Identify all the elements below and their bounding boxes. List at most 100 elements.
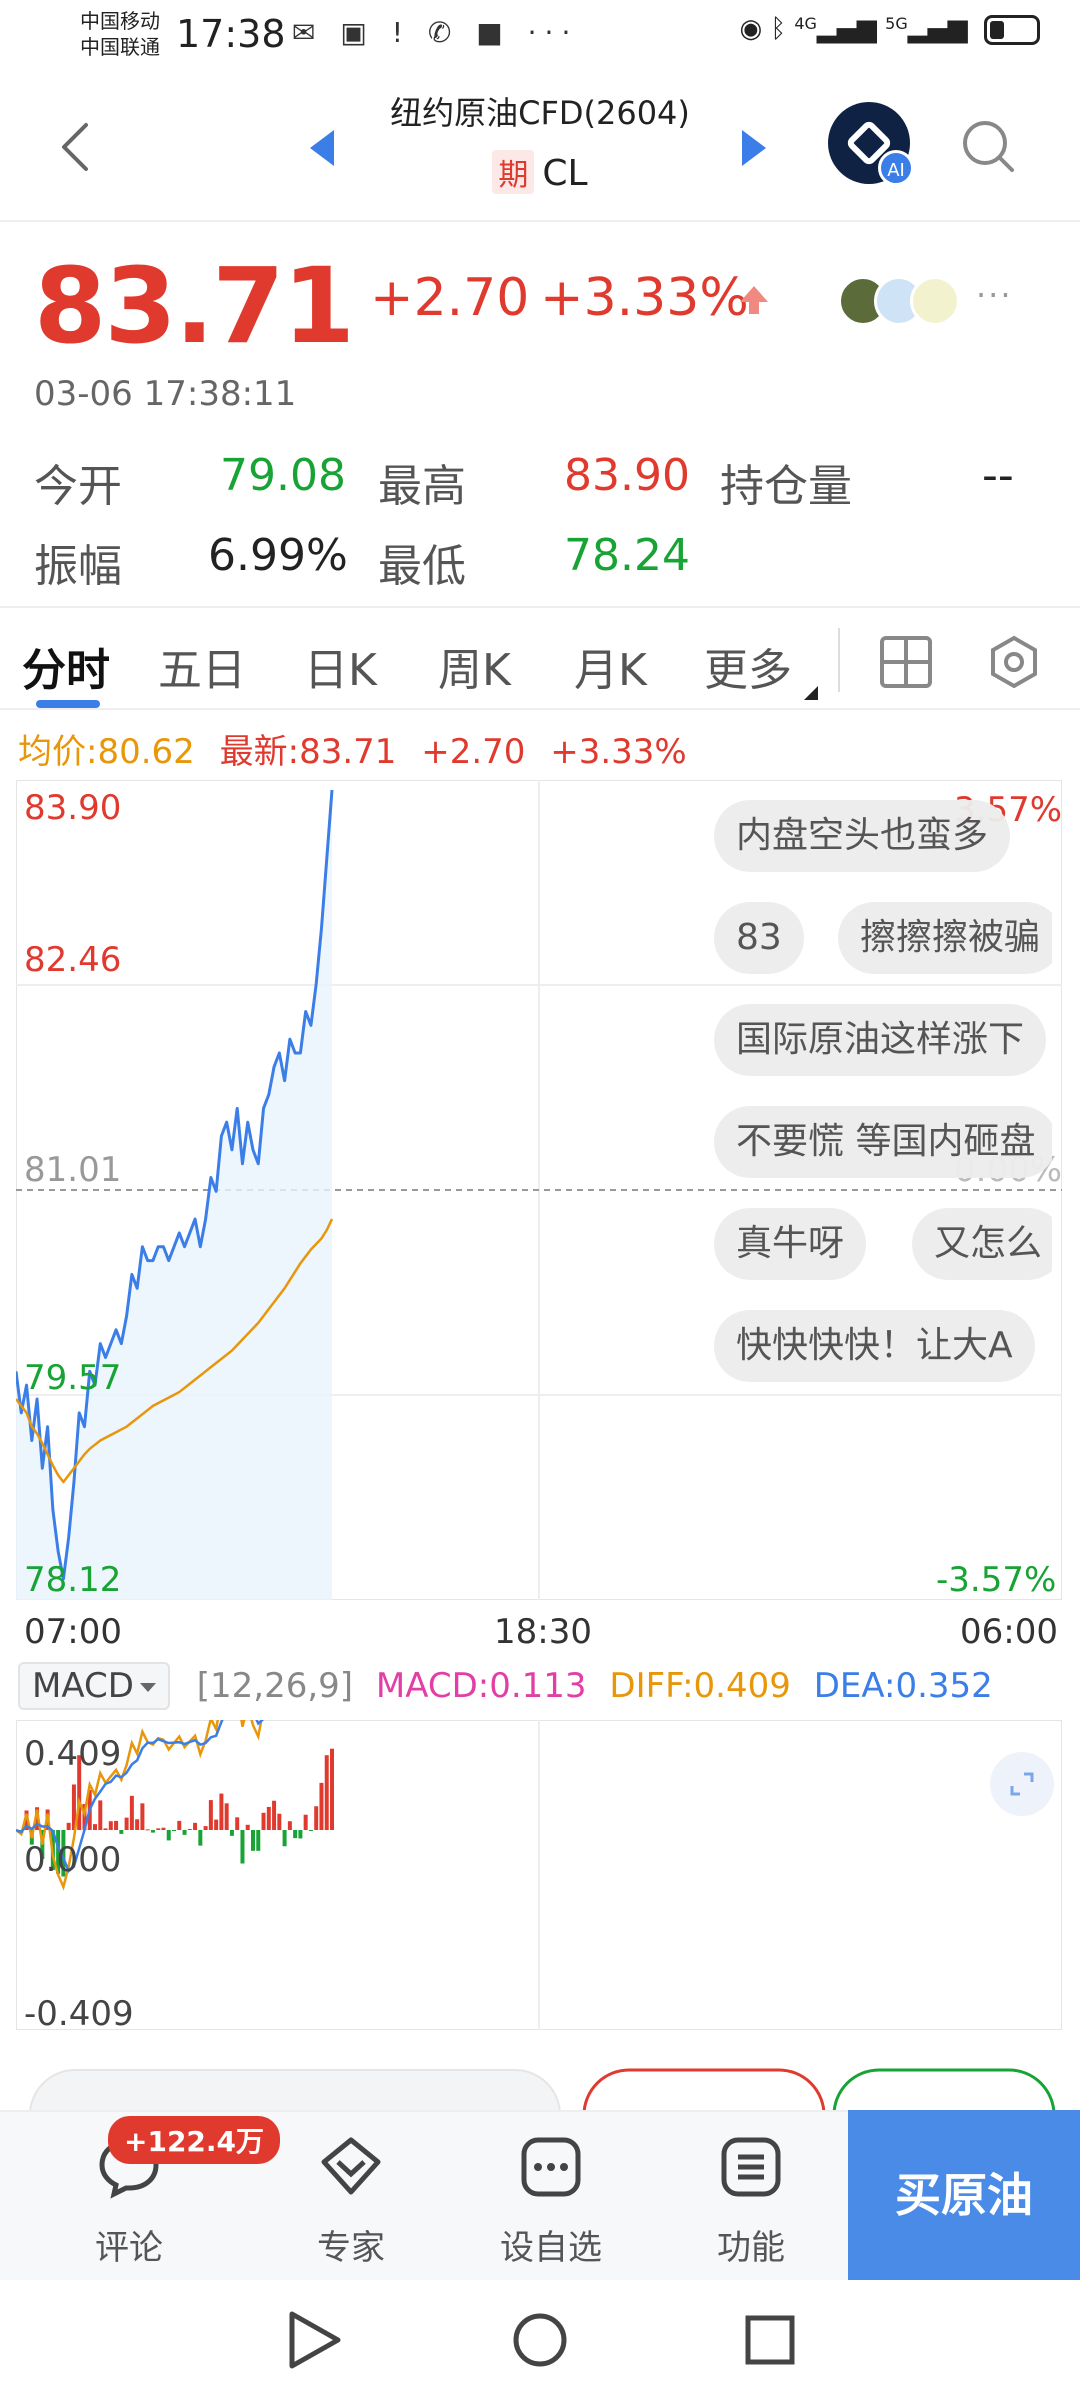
comment-bubble[interactable]: 不要慌 等国内砸盘 bbox=[714, 1106, 1052, 1178]
more-notifications-icon: ··· bbox=[527, 16, 579, 49]
up-arrow-icon bbox=[740, 286, 768, 314]
macd-bar bbox=[277, 1813, 282, 1830]
macd-bar bbox=[214, 1819, 219, 1830]
price-change-pct: +3.33% bbox=[540, 268, 749, 328]
latest-change: +2.70 bbox=[421, 732, 526, 772]
system-recents-icon[interactable] bbox=[745, 2315, 795, 2365]
signal-bars-icon-2: ▂▄▆ bbox=[907, 14, 968, 44]
more-icon[interactable]: ··· bbox=[976, 276, 1013, 314]
system-icons: ◉ ᛒ 4G▂▄▆ 5G▂▄▆ bbox=[739, 14, 1040, 45]
macd-bar bbox=[261, 1812, 266, 1830]
divider bbox=[838, 628, 840, 692]
macd-bar bbox=[98, 1800, 103, 1830]
system-home-icon[interactable] bbox=[513, 2313, 567, 2367]
comment-bubble[interactable]: 真牛呀 bbox=[714, 1208, 867, 1280]
ai-assistant-button[interactable]: AI bbox=[828, 102, 914, 186]
indicator-select[interactable]: MACD bbox=[18, 1662, 170, 1710]
price-area bbox=[16, 790, 332, 1600]
high-label: 最高 bbox=[378, 461, 466, 512]
macd-bar bbox=[293, 1830, 298, 1839]
y-label-mid: 81.01 bbox=[24, 1150, 122, 1190]
macd-bar bbox=[140, 1803, 145, 1830]
y-label-lower: 79.57 bbox=[24, 1358, 122, 1398]
avatar bbox=[910, 276, 960, 326]
tab-five-day[interactable]: 五日 bbox=[158, 634, 246, 698]
macd-bar bbox=[103, 1828, 108, 1830]
signal-5g: 5G bbox=[885, 14, 908, 33]
open-label: 今开 bbox=[34, 461, 122, 512]
ai-badge: AI bbox=[878, 150, 914, 186]
open-value: 79.08 bbox=[220, 450, 346, 501]
badge-icon: ■ bbox=[476, 16, 511, 49]
comment-bubble[interactable]: 国际原油这样涨下 bbox=[714, 1004, 1047, 1076]
add-watchlist-button[interactable]: 设自选 bbox=[476, 2132, 626, 2269]
page-title: 纽约原油CFD(2604) bbox=[390, 94, 690, 132]
macd-bar bbox=[66, 1822, 71, 1830]
comment-count-badge: +122.4万 bbox=[108, 2116, 281, 2164]
macd-bar bbox=[324, 1755, 329, 1830]
x-label-end: 06:00 bbox=[960, 1612, 1058, 1652]
comment-bubble[interactable]: 快快快快！让大A bbox=[714, 1310, 1035, 1382]
macd-chart[interactable] bbox=[16, 1720, 1062, 2030]
expand-icon[interactable] bbox=[990, 1752, 1054, 1816]
macd-bar bbox=[303, 1814, 308, 1830]
tab-daily-k[interactable]: 日K bbox=[304, 634, 377, 698]
wechat-icon: ✉ bbox=[292, 16, 324, 49]
tab-more[interactable]: 更多 bbox=[704, 634, 792, 698]
comment-label: 评论 bbox=[95, 2228, 163, 2268]
status-bar: 中国移动 中国联通 17:38 ✉ ▣ ! ✆ ■ ··· ◉ ᛒ 4G▂▄▆ … bbox=[0, 0, 1080, 72]
settings-icon[interactable] bbox=[986, 634, 1042, 690]
y-label-upper: 82.46 bbox=[24, 940, 122, 980]
comment-bubble[interactable]: 擦擦擦被骗 bbox=[838, 902, 1052, 974]
macd-bar bbox=[308, 1830, 313, 1831]
macd-bar bbox=[93, 1824, 97, 1830]
search-icon[interactable] bbox=[960, 118, 1016, 174]
low-label: 最低 bbox=[378, 541, 466, 592]
notification-icons: ✉ ▣ ! ✆ ■ ··· bbox=[292, 16, 578, 49]
macd-bar bbox=[251, 1830, 255, 1851]
watchlist-label: 设自选 bbox=[500, 2228, 602, 2268]
system-back-icon[interactable] bbox=[289, 2311, 341, 2369]
tab-weekly-k[interactable]: 周K bbox=[438, 634, 511, 698]
macd-bar bbox=[298, 1830, 303, 1839]
active-tab-indicator bbox=[36, 700, 100, 708]
macd-bar bbox=[203, 1826, 208, 1830]
macd-bar bbox=[287, 1821, 292, 1830]
layout-grid-icon[interactable] bbox=[880, 636, 932, 688]
comment-bubble[interactable]: 又怎么 bbox=[912, 1208, 1052, 1280]
last-price: 83.71 bbox=[34, 245, 355, 367]
macd-bar bbox=[272, 1800, 277, 1830]
futures-tag: 期 bbox=[492, 150, 535, 194]
macd-bar bbox=[177, 1820, 182, 1830]
function-menu-icon bbox=[721, 2137, 781, 2197]
signal-bars-icon: ▂▄▆ bbox=[816, 14, 877, 44]
macd-bar bbox=[319, 1782, 324, 1830]
tab-monthly-k[interactable]: 月K bbox=[574, 634, 647, 698]
amplitude-label: 振幅 bbox=[34, 541, 122, 592]
buy-button[interactable]: 买原油 bbox=[848, 2110, 1080, 2280]
open-interest-label: 持仓量 bbox=[720, 461, 852, 512]
macd-bar bbox=[235, 1817, 240, 1830]
macd-bar bbox=[314, 1806, 319, 1830]
bluetooth-icon: ᛒ bbox=[770, 14, 787, 44]
avatar-group[interactable] bbox=[838, 276, 964, 326]
y-label-low: 78.12 bbox=[24, 1560, 122, 1600]
caret-down-icon bbox=[139, 1683, 156, 1692]
nav-bar: 纽约原油CFD(2604) 期 CL AI bbox=[0, 72, 1080, 222]
carrier-info: 中国移动 中国联通 bbox=[80, 8, 160, 60]
tab-intraday[interactable]: 分时 bbox=[22, 634, 110, 698]
comment-bubble[interactable]: 83 bbox=[714, 902, 804, 974]
signal-4g: 4G bbox=[794, 14, 817, 33]
macd-bar bbox=[245, 1824, 250, 1830]
macd-bar bbox=[198, 1830, 203, 1846]
comment-bubble[interactable]: 内盘空头也蛮多 bbox=[714, 800, 1011, 872]
macd-bar bbox=[108, 1821, 113, 1830]
chart-info-line: 均价:80.62 最新:83.71 +2.70 +3.33% bbox=[18, 724, 687, 773]
expert-button[interactable]: 专家 bbox=[276, 2132, 426, 2269]
diamond-icon bbox=[321, 2137, 381, 2195]
macd-bar bbox=[150, 1830, 155, 1833]
function-button[interactable]: 功能 bbox=[676, 2132, 826, 2269]
amplitude-value: 6.99% bbox=[208, 530, 348, 581]
next-contract-icon[interactable] bbox=[742, 130, 766, 166]
macd-bar bbox=[187, 1829, 192, 1831]
